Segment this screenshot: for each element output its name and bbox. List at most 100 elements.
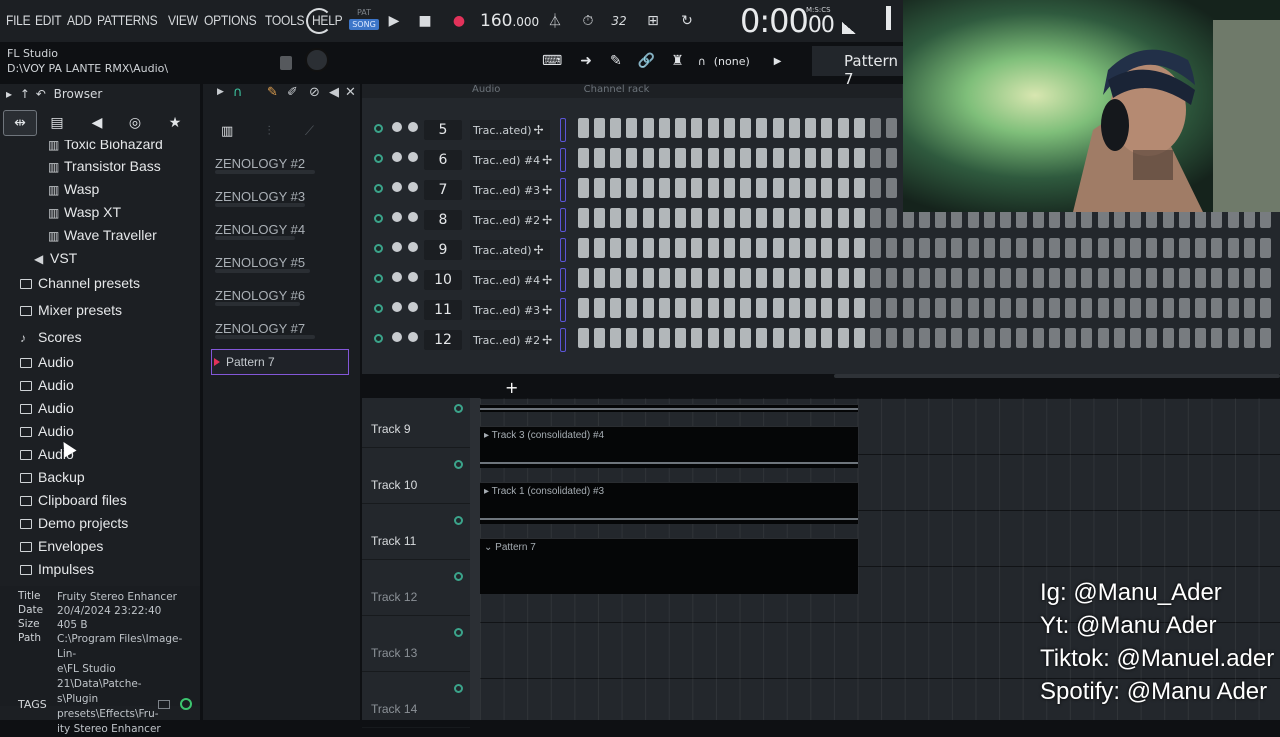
volume-knob[interactable] <box>408 182 418 192</box>
mixer-track-number[interactable]: 12 <box>424 330 462 350</box>
step-button[interactable] <box>1179 298 1190 318</box>
list-item[interactable]: Audio <box>20 400 74 416</box>
channel-select[interactable] <box>560 148 566 172</box>
step-button[interactable] <box>1098 268 1109 288</box>
menu-edit[interactable]: EDIT <box>35 12 62 28</box>
step-button[interactable] <box>724 208 735 228</box>
step-button[interactable] <box>610 178 621 198</box>
step-button[interactable] <box>708 118 719 138</box>
metronome-icon[interactable]: ⏃ <box>544 10 566 32</box>
pattern-item[interactable]: ZENOLOGY #4 <box>211 218 349 244</box>
list-item[interactable]: Mixer presets <box>20 302 122 318</box>
step-button[interactable] <box>1098 238 1109 258</box>
step-button[interactable] <box>968 238 979 258</box>
step-button[interactable] <box>691 118 702 138</box>
channel-name-button[interactable]: Trac..ated) ✢ <box>470 120 550 140</box>
step-button[interactable] <box>1114 238 1125 258</box>
step-button[interactable] <box>984 298 995 318</box>
volume-knob[interactable] <box>408 332 418 342</box>
plugin-database-tab-icon[interactable]: ◀ <box>80 110 114 136</box>
channel-select[interactable] <box>560 268 566 292</box>
step-button[interactable] <box>1016 298 1027 318</box>
step-button[interactable] <box>1049 298 1060 318</box>
pan-knob[interactable] <box>392 242 402 252</box>
step-button[interactable] <box>643 328 654 348</box>
track-header[interactable]: Track 9 <box>362 392 470 448</box>
step-button[interactable] <box>675 268 686 288</box>
step-button[interactable] <box>1130 328 1141 348</box>
step-button[interactable] <box>951 328 962 348</box>
step-button[interactable] <box>1033 298 1044 318</box>
pattern-item[interactable]: ZENOLOGY #7 <box>211 317 349 343</box>
step-button[interactable] <box>1033 238 1044 258</box>
step-button[interactable] <box>805 268 816 288</box>
step-button[interactable] <box>854 118 865 138</box>
step-button[interactable] <box>789 298 800 318</box>
step-button[interactable] <box>643 148 654 168</box>
step-button[interactable] <box>675 238 686 258</box>
step-button[interactable] <box>594 178 605 198</box>
step-button[interactable] <box>578 178 589 198</box>
step-button[interactable] <box>919 238 930 258</box>
step-button[interactable] <box>984 238 995 258</box>
channel-select[interactable] <box>560 118 566 142</box>
track-header[interactable]: Track 10 <box>362 448 470 504</box>
step-button[interactable] <box>1033 328 1044 348</box>
step-button[interactable] <box>789 238 800 258</box>
step-button[interactable] <box>626 238 637 258</box>
step-button[interactable] <box>821 178 832 198</box>
tag-folder-icon[interactable] <box>158 700 170 709</box>
menu-tools[interactable]: TOOLS <box>265 12 305 28</box>
pan-knob[interactable] <box>392 272 402 282</box>
mixer-track-number[interactable]: 5 <box>424 120 462 140</box>
step-button[interactable] <box>821 238 832 258</box>
step-button[interactable] <box>740 328 751 348</box>
step-button[interactable] <box>805 238 816 258</box>
step-button[interactable] <box>789 268 800 288</box>
step-button[interactable] <box>1146 328 1157 348</box>
step-button[interactable] <box>984 268 995 288</box>
channel-name-button[interactable]: Trac..ed) #2 ✢ <box>470 330 552 350</box>
step-button[interactable] <box>1000 238 1011 258</box>
step-button[interactable] <box>870 178 881 198</box>
step-button[interactable] <box>691 208 702 228</box>
pattern-item[interactable]: ZENOLOGY #6 <box>211 284 349 310</box>
step-button[interactable] <box>1260 238 1271 258</box>
step-button[interactable] <box>675 298 686 318</box>
step-button[interactable] <box>773 268 784 288</box>
step-button[interactable] <box>724 268 735 288</box>
step-button[interactable] <box>854 268 865 288</box>
step-button[interactable] <box>821 148 832 168</box>
all-files-tab-icon[interactable]: ⇹ <box>3 110 37 136</box>
channel-led-icon[interactable] <box>374 154 383 163</box>
menu-view[interactable]: VIEW <box>168 12 198 28</box>
step-button[interactable] <box>886 268 897 288</box>
pat-song-toggle[interactable]: PAT SONG <box>349 8 379 34</box>
pattern-item[interactable]: ZENOLOGY #3 <box>211 185 349 211</box>
step-button[interactable] <box>968 328 979 348</box>
step-button[interactable] <box>789 208 800 228</box>
playlist-clip[interactable]: ▸ Track 1 (consolidated) #3 <box>480 482 858 524</box>
step-button[interactable] <box>740 118 751 138</box>
step-button[interactable] <box>854 238 865 258</box>
step-button[interactable] <box>1146 298 1157 318</box>
track-header[interactable]: Track 12 <box>362 560 470 616</box>
channel-led-icon[interactable] <box>374 274 383 283</box>
step-button[interactable] <box>610 238 621 258</box>
mixer-track-number[interactable]: 10 <box>424 270 462 290</box>
step-button[interactable] <box>821 298 832 318</box>
volume-knob[interactable] <box>408 212 418 222</box>
step-button[interactable] <box>724 118 735 138</box>
volume-knob[interactable] <box>408 272 418 282</box>
step-button[interactable] <box>643 178 654 198</box>
step-button[interactable] <box>1000 298 1011 318</box>
list-item[interactable]: ▥ Wasp <box>48 181 99 197</box>
volume-knob[interactable] <box>408 152 418 162</box>
step-button[interactable] <box>1244 298 1255 318</box>
channel-name-button[interactable]: Trac..ed) #3 ✢ <box>470 300 552 320</box>
expand-arrow-icon[interactable]: ▶ <box>217 87 224 97</box>
step-button[interactable] <box>1065 268 1076 288</box>
mixer-track-number[interactable]: 6 <box>424 150 462 170</box>
track-led-icon[interactable] <box>454 404 463 413</box>
magnet-icon[interactable]: ∩ <box>233 85 243 100</box>
